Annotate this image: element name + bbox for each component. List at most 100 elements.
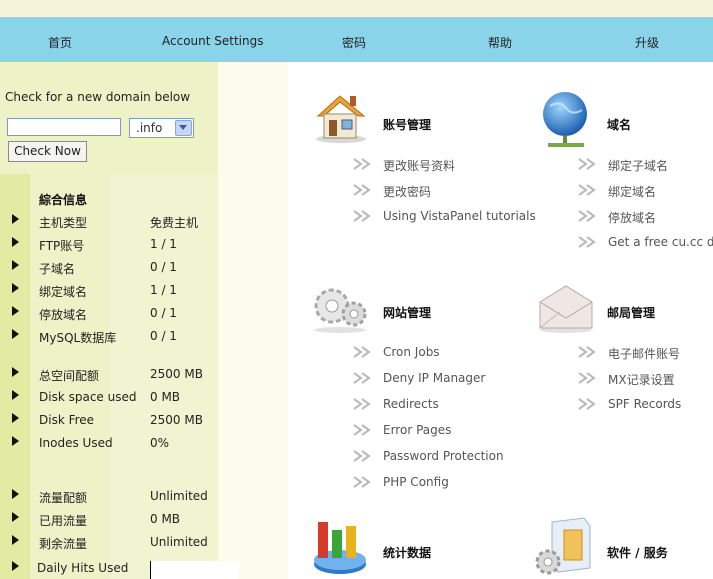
stat-value: 0 / 1 (150, 260, 177, 274)
stat-label: 主机类型 (39, 216, 88, 230)
link-change-password[interactable]: 更改密码 (383, 183, 431, 200)
link-parked-domains[interactable]: 停放域名 (608, 209, 656, 226)
stat-value: 0 MB (150, 390, 181, 404)
bullet-arrow-icon (12, 436, 19, 446)
stat-label: MySQL数据库 (39, 331, 117, 345)
stat-value: Unlimited (150, 489, 208, 503)
stat-label: 已用流量 (39, 514, 88, 528)
nav-bar: 首页 Account Settings 密码 帮助 升级 (0, 17, 713, 62)
mail-section-title: 邮局管理 (607, 306, 656, 320)
link-redirects[interactable]: Redirects (383, 397, 439, 411)
link-deny-ip[interactable]: Deny IP Manager (383, 371, 485, 385)
link-email-accounts[interactable]: 电子邮件账号 (608, 345, 680, 362)
link-subdomains[interactable]: 绑定子域名 (608, 157, 668, 174)
link-mx-records[interactable]: MX记录设置 (608, 371, 675, 388)
double-chevron-icon (353, 424, 371, 436)
stat-label: 总空间配额 (39, 369, 100, 383)
software-box-icon[interactable] (534, 516, 594, 579)
bullet-arrow-icon (12, 329, 19, 339)
double-chevron-icon (353, 210, 371, 222)
stat-value: 2500 MB (150, 367, 203, 381)
double-chevron-icon (353, 398, 371, 410)
bullet-arrow-icon (12, 367, 19, 377)
stat-label: 子域名 (39, 262, 76, 276)
double-chevron-icon (578, 184, 596, 196)
daily-hits-box (150, 561, 239, 579)
stat-value: 0% (150, 436, 170, 450)
stat-value: 2500 MB (150, 413, 203, 427)
stat-label: 停放域名 (39, 308, 88, 322)
nav-password[interactable]: 密码 (342, 34, 366, 51)
stat-label: Disk space used (39, 390, 137, 404)
site-section-title: 网站管理 (383, 306, 432, 320)
link-cron-jobs[interactable]: Cron Jobs (383, 345, 440, 359)
stat-label: FTP账号 (39, 239, 85, 253)
tld-select-value: .info (136, 121, 163, 135)
stat-label: Disk Free (39, 413, 95, 427)
link-tutorials[interactable]: Using VistaPanel tutorials (383, 209, 536, 223)
stat-value: Unlimited (150, 535, 208, 549)
double-chevron-icon (578, 346, 596, 358)
stats-section-title: 统计数据 (383, 546, 432, 560)
stat-value: 1 / 1 (150, 283, 177, 297)
gears-icon[interactable] (310, 280, 370, 334)
double-chevron-icon (353, 450, 371, 462)
link-edit-account[interactable]: 更改账号资料 (383, 157, 455, 174)
account-section-title: 账号管理 (383, 118, 432, 132)
nav-upgrade[interactable]: 升级 (635, 34, 659, 51)
tld-select[interactable]: .info (129, 118, 194, 138)
link-addon-domains[interactable]: 绑定域名 (608, 183, 656, 200)
domain-check-label: Check for a new domain below (5, 90, 191, 104)
stat-label: 流量配额 (39, 491, 88, 505)
envelope-icon[interactable] (536, 284, 596, 334)
bullet-arrow-icon (12, 260, 19, 270)
double-chevron-icon (353, 184, 371, 196)
link-free-domain[interactable]: Get a free cu.cc dor (608, 235, 713, 249)
bullet-arrow-icon (12, 535, 19, 545)
stat-value: 0 MB (150, 512, 181, 526)
bullet-arrow-icon (12, 306, 19, 316)
stat-label: 剩余流量 (39, 537, 88, 551)
double-chevron-icon (578, 236, 596, 248)
bullet-arrow-icon (12, 237, 19, 247)
stat-label: Inodes Used (39, 436, 113, 450)
bullet-arrow-icon (12, 390, 19, 400)
stats-title: 綜合信息 (39, 193, 88, 207)
bullet-arrow-icon (12, 413, 19, 423)
bullet-arrow-icon (12, 214, 19, 224)
link-php-config[interactable]: PHP Config (383, 475, 449, 489)
stat-value: 0 / 1 (150, 329, 177, 343)
software-section-title: 软件 / 服务 (607, 546, 668, 560)
top-strip (0, 0, 713, 17)
stat-value: 0 / 1 (150, 306, 177, 320)
double-chevron-icon (353, 476, 371, 488)
double-chevron-icon (353, 158, 371, 170)
double-chevron-icon (578, 398, 596, 410)
double-chevron-icon (353, 346, 371, 358)
double-chevron-icon (578, 158, 596, 170)
globe-icon[interactable] (538, 88, 594, 152)
link-error-pages[interactable]: Error Pages (383, 423, 451, 437)
stat-value: 免费主机 (150, 216, 199, 230)
stat-label: 绑定域名 (39, 285, 88, 299)
domain-search-input[interactable] (7, 118, 121, 136)
check-now-button[interactable]: Check Now (8, 141, 87, 162)
domain-section-title: 域名 (607, 118, 632, 132)
link-spf-records[interactable]: SPF Records (608, 397, 681, 411)
daily-hits-label: Daily Hits Used (37, 561, 129, 575)
double-chevron-icon (578, 210, 596, 222)
sidebar-spacer (218, 62, 288, 579)
nav-help[interactable]: 帮助 (488, 34, 512, 51)
link-password-protection[interactable]: Password Protection (383, 449, 504, 463)
double-chevron-icon (353, 372, 371, 384)
bullet-arrow-icon (12, 283, 19, 293)
chevron-down-icon[interactable] (175, 120, 192, 136)
bullet-arrow-icon (12, 489, 19, 499)
nav-account-settings[interactable]: Account Settings (162, 34, 263, 48)
bar-chart-icon[interactable] (310, 516, 370, 579)
nav-home[interactable]: 首页 (48, 34, 72, 51)
house-icon[interactable] (312, 92, 370, 144)
bullet-arrow-icon (12, 561, 19, 571)
double-chevron-icon (578, 372, 596, 384)
bullet-arrow-icon (12, 512, 19, 522)
